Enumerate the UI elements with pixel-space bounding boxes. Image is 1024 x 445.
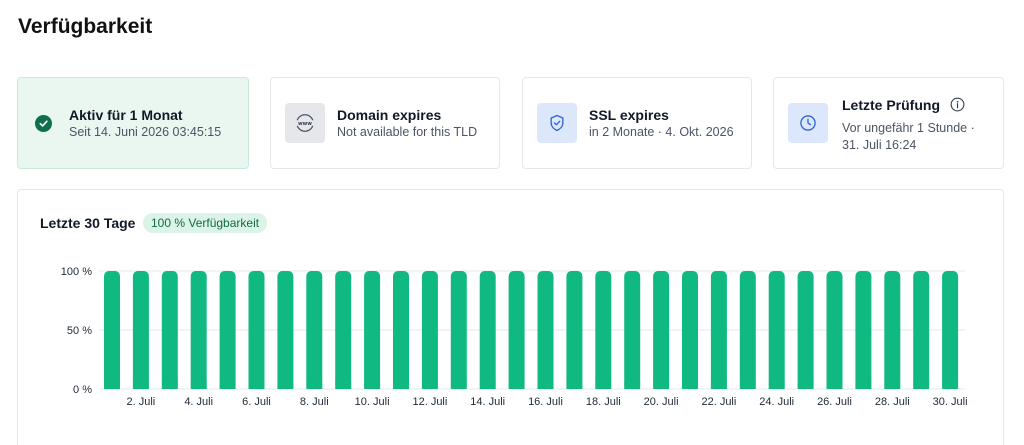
chart-bar bbox=[161, 271, 178, 389]
x-tick-label: 4. Juli bbox=[184, 396, 213, 408]
x-tick-label: 30. Juli bbox=[933, 396, 968, 408]
chart-bar bbox=[479, 271, 496, 389]
uptime-chart: 0 % 50 % 100 % 2. Juli 4. Juli 6. Juli 8. Juli… bbox=[61, 266, 968, 408]
chart-bar-base bbox=[624, 383, 641, 389]
chart-bar bbox=[508, 271, 525, 389]
chart-bar bbox=[393, 271, 409, 389]
x-tick-label: 12. Juli bbox=[412, 396, 447, 408]
chart-bar bbox=[104, 271, 120, 389]
chart-bar-base bbox=[884, 383, 901, 389]
chart-bar bbox=[768, 271, 785, 389]
chart-bar bbox=[219, 271, 236, 389]
chart-bar-base bbox=[306, 383, 323, 389]
chart-bar-base bbox=[132, 383, 149, 389]
x-tick-label: 14. Juli bbox=[470, 396, 505, 408]
chart-bar-base bbox=[104, 383, 120, 389]
chart-bar-base bbox=[277, 383, 294, 389]
x-tick-label: 6. Juli bbox=[242, 396, 271, 408]
chart-bar-base bbox=[190, 383, 207, 389]
chart-bar bbox=[248, 271, 265, 389]
chart-bar bbox=[595, 271, 612, 389]
chart-bar-base bbox=[768, 383, 785, 389]
chart-bar bbox=[537, 271, 554, 389]
chart-bar-base bbox=[161, 383, 178, 389]
chart-bar bbox=[710, 271, 727, 389]
chart-bar-base bbox=[537, 383, 554, 389]
y-tick-label: 100 % bbox=[61, 266, 92, 278]
x-tick-label: 18. Juli bbox=[586, 396, 621, 408]
chart-bar bbox=[797, 271, 814, 389]
chart-bar bbox=[566, 271, 583, 389]
x-tick-label: 26. Juli bbox=[817, 396, 852, 408]
chart-bar-base bbox=[393, 383, 409, 389]
chart-bar-base bbox=[421, 383, 438, 389]
chart-bar bbox=[364, 271, 381, 389]
chart-bar-base bbox=[479, 383, 496, 389]
chart-bar-base bbox=[450, 383, 467, 389]
chart-bar-base bbox=[508, 383, 525, 389]
x-tick-label: 22. Juli bbox=[701, 396, 736, 408]
chart-bar-base bbox=[566, 383, 583, 389]
chart-bar bbox=[624, 271, 641, 389]
chart-bar-base bbox=[335, 383, 352, 389]
chart-bar bbox=[913, 271, 930, 389]
x-tick-label: 28. Juli bbox=[875, 396, 910, 408]
chart-bar-base bbox=[942, 383, 959, 389]
y-tick-label: 0 % bbox=[73, 384, 92, 396]
chart-bar bbox=[653, 271, 670, 389]
chart-bar bbox=[855, 271, 872, 389]
chart-bar bbox=[190, 271, 207, 389]
chart-bar bbox=[132, 271, 149, 389]
chart-bar bbox=[421, 271, 438, 389]
chart-bar-base bbox=[826, 383, 843, 389]
x-tick-label: 20. Juli bbox=[644, 396, 679, 408]
chart-bar-base bbox=[913, 383, 930, 389]
chart-bar-base bbox=[739, 383, 756, 389]
chart-bar bbox=[450, 271, 467, 389]
chart-bar-base bbox=[855, 383, 872, 389]
chart-bar bbox=[942, 271, 959, 389]
chart-bar-base bbox=[219, 383, 236, 389]
chart-bar-base bbox=[653, 383, 670, 389]
chart-bar-base bbox=[797, 383, 814, 389]
chart-bar-base bbox=[364, 383, 381, 389]
y-tick-label: 50 % bbox=[67, 325, 92, 337]
x-tick-label: 24. Juli bbox=[759, 396, 794, 408]
chart-bar-base bbox=[248, 383, 265, 389]
chart-bar-base bbox=[710, 383, 727, 389]
chart-bar bbox=[306, 271, 323, 389]
chart-bar-base bbox=[595, 383, 612, 389]
x-tick-label: 2. Juli bbox=[127, 396, 156, 408]
chart-bar bbox=[682, 271, 698, 389]
x-tick-label: 16. Juli bbox=[528, 396, 563, 408]
chart-bar bbox=[826, 271, 843, 389]
x-tick-label: 10. Juli bbox=[355, 396, 390, 408]
chart-bar bbox=[739, 271, 756, 389]
chart-bar-base bbox=[682, 383, 698, 389]
chart-bar bbox=[335, 271, 352, 389]
chart-bar bbox=[884, 271, 901, 389]
chart-bar bbox=[277, 271, 294, 389]
x-tick-label: 8. Juli bbox=[300, 396, 329, 408]
